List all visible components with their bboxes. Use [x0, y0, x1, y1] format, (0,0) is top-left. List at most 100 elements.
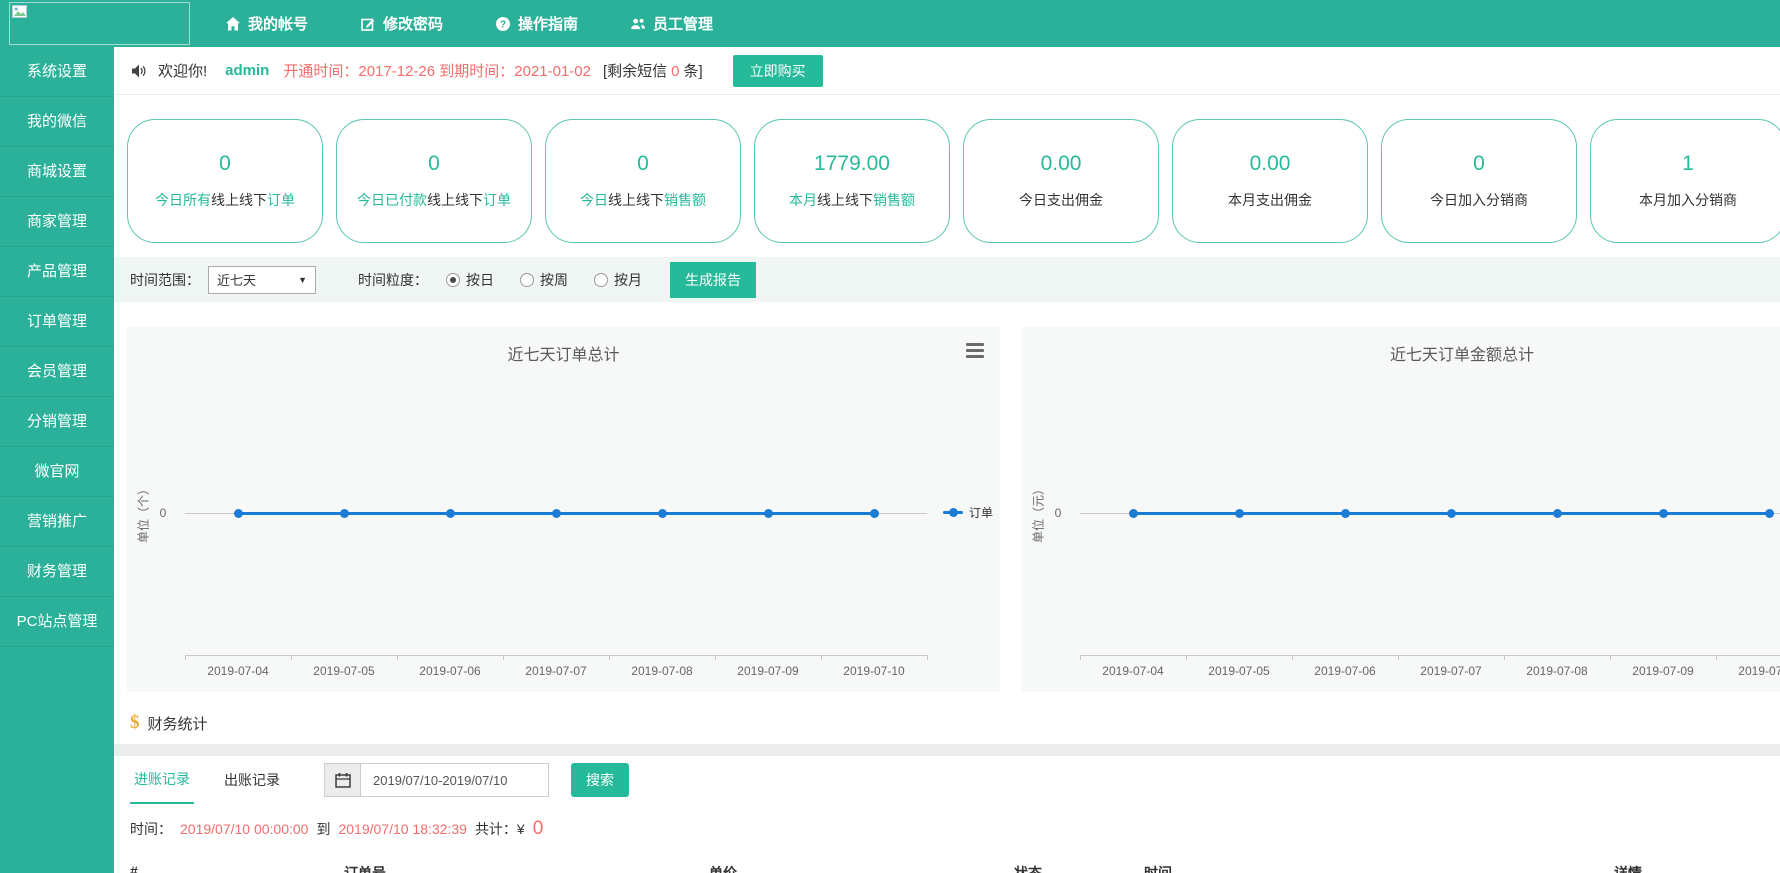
nav-item-2[interactable]: 修改密码 — [360, 13, 443, 34]
nav-item-1[interactable]: 我的帐号 — [225, 13, 308, 34]
range-select[interactable]: 近七天 ▼ — [208, 266, 316, 294]
table-header-cell: 状态 — [1014, 863, 1042, 873]
edit-icon — [360, 16, 376, 32]
sms-remaining: [剩余短信0条] — [603, 60, 703, 81]
radio-按月[interactable]: 按月 — [594, 270, 642, 290]
x-axis-label: 2019-07-08 — [617, 664, 707, 678]
speaker-icon — [130, 63, 148, 79]
calendar-icon[interactable] — [324, 763, 361, 797]
charts-row: 近七天订单总计 单位（个） 0 订单 2019-07-042019-07-052… — [114, 327, 1780, 692]
legend-label: 订单 — [969, 504, 993, 521]
top-navigation: 我的帐号 修改密码 ?操作指南 员工管理 — [225, 13, 765, 34]
x-axis-label: 2019-07-04 — [1088, 664, 1178, 678]
sidebar-item[interactable]: 财务管理 — [0, 547, 114, 597]
finance-section-title: 财务统计 — [148, 713, 208, 734]
radio-按周[interactable]: 按周 — [520, 270, 568, 290]
x-axis-tick — [609, 655, 610, 660]
stat-label: 今日加入分销商 — [1430, 190, 1528, 210]
radio-按日[interactable]: 按日 — [446, 270, 494, 290]
sidebar-item[interactable]: 营销推广 — [0, 497, 114, 547]
sidebar-item[interactable]: 我的微信 — [0, 97, 114, 147]
x-axis-tick — [715, 655, 716, 660]
sidebar-item[interactable]: 系统设置 — [0, 47, 114, 97]
legend-orders[interactable]: 订单 — [943, 504, 993, 521]
stat-value: 0.00 — [1250, 152, 1291, 176]
radio-input[interactable] — [446, 273, 460, 287]
orders-chart: 近七天订单总计 单位（个） 0 订单 2019-07-042019-07-052… — [127, 327, 1000, 692]
stat-card: 1779.00本月线上线下销售额 — [754, 119, 950, 243]
finance-section-header: $ 财务统计 — [114, 702, 1780, 744]
x-axis-tick — [1610, 655, 1611, 660]
stat-label: 本月加入分销商 — [1639, 190, 1737, 210]
stat-label: 今日所有线上线下订单 — [155, 190, 295, 210]
search-button[interactable]: 搜索 — [571, 763, 629, 797]
nav-item-3[interactable]: ?操作指南 — [495, 13, 578, 34]
x-axis-label: 2019-07-07 — [511, 664, 601, 678]
x-axis-label: 2019-07-10 — [1724, 664, 1780, 678]
chevron-down-icon: ▼ — [298, 275, 307, 285]
total-label: 共计：¥ — [475, 819, 525, 839]
logo — [9, 2, 190, 45]
table-header-cell: 详情 — [1614, 863, 1642, 873]
stat-card: 0今日加入分销商 — [1381, 119, 1577, 243]
radio-input[interactable] — [520, 273, 534, 287]
date-range-input[interactable] — [361, 763, 549, 797]
stat-card: 0.00今日支出佣金 — [963, 119, 1159, 243]
x-axis-tick — [185, 655, 186, 660]
time-to: 2019/07/10 18:32:39 — [338, 821, 466, 837]
nav-item-4[interactable]: 员工管理 — [630, 13, 713, 34]
generate-report-button[interactable]: 生成报告 — [670, 262, 756, 298]
tab-income-records[interactable]: 进账记录 — [130, 756, 194, 804]
welcome-bar: 欢迎你! admin 开通时间：2017-12-26 到期时间：2021-01-… — [114, 47, 1780, 95]
stat-label: 今日已付款线上线下订单 — [357, 190, 511, 210]
x-axis-label: 2019-07-08 — [1512, 664, 1602, 678]
stat-value: 1 — [1682, 152, 1694, 176]
sidebar-item[interactable]: 会员管理 — [0, 347, 114, 397]
stat-value: 0 — [219, 152, 231, 176]
dollar-icon: $ — [130, 712, 140, 734]
time-from: 2019/07/10 00:00:00 — [180, 821, 308, 837]
data-point — [1129, 509, 1138, 518]
stat-card: 0今日已付款线上线下订单 — [336, 119, 532, 243]
x-axis-tick — [291, 655, 292, 660]
x-axis-label: 2019-07-05 — [1194, 664, 1284, 678]
buy-now-button[interactable]: 立即购买 — [733, 55, 823, 87]
nav-item-label: 操作指南 — [518, 13, 578, 34]
data-point — [1765, 509, 1774, 518]
stat-label: 今日线上线下销售额 — [580, 190, 706, 210]
x-axis-label: 2019-07-06 — [405, 664, 495, 678]
sms-count: 0 — [671, 63, 679, 80]
chart-title: 近七天订单金额总计 — [1022, 341, 1780, 365]
sidebar-item[interactable]: PC站点管理 — [0, 597, 114, 647]
filter-bar: 时间范围： 近七天 ▼ 时间粒度： 按日按周按月 生成报告 — [114, 257, 1780, 302]
x-axis-tick — [503, 655, 504, 660]
x-axis-tick — [397, 655, 398, 660]
sidebar-item[interactable]: 订单管理 — [0, 297, 114, 347]
time-summary: 时间： 2019/07/10 00:00:00 到 2019/07/10 18:… — [114, 818, 1780, 840]
x-axis-tick — [1080, 655, 1081, 660]
radio-input[interactable] — [594, 273, 608, 287]
x-axis-tick — [927, 655, 928, 660]
records-table-header: #订单号单价状态时间详情 — [114, 863, 1780, 873]
sidebar: 系统设置我的微信商城设置商家管理产品管理订单管理会员管理分销管理微官网营销推广财… — [0, 47, 114, 873]
table-header-cell: # — [130, 863, 138, 873]
x-axis-label: 2019-07-09 — [1618, 664, 1708, 678]
sidebar-item[interactable]: 产品管理 — [0, 247, 114, 297]
data-point — [1553, 509, 1562, 518]
range-selected-value: 近七天 — [217, 270, 256, 289]
sidebar-item[interactable]: 微官网 — [0, 447, 114, 497]
tab-expense-records[interactable]: 出账记录 — [220, 757, 284, 803]
chart-menu-icon[interactable] — [966, 343, 984, 358]
account-period: 开通时间：2017-12-26 到期时间：2021-01-02 — [283, 60, 591, 81]
sidebar-item[interactable]: 分销管理 — [0, 397, 114, 447]
greeting-text: 欢迎你! — [158, 60, 207, 81]
x-axis-tick — [1398, 655, 1399, 660]
username: admin — [225, 62, 269, 79]
y-axis-unit: 单位（元） — [1030, 483, 1047, 543]
sidebar-item[interactable]: 商家管理 — [0, 197, 114, 247]
x-axis-label: 2019-07-09 — [723, 664, 813, 678]
sidebar-item[interactable]: 商城设置 — [0, 147, 114, 197]
x-axis-label: 2019-07-06 — [1300, 664, 1390, 678]
stat-value: 1779.00 — [814, 152, 890, 176]
data-point — [234, 509, 243, 518]
